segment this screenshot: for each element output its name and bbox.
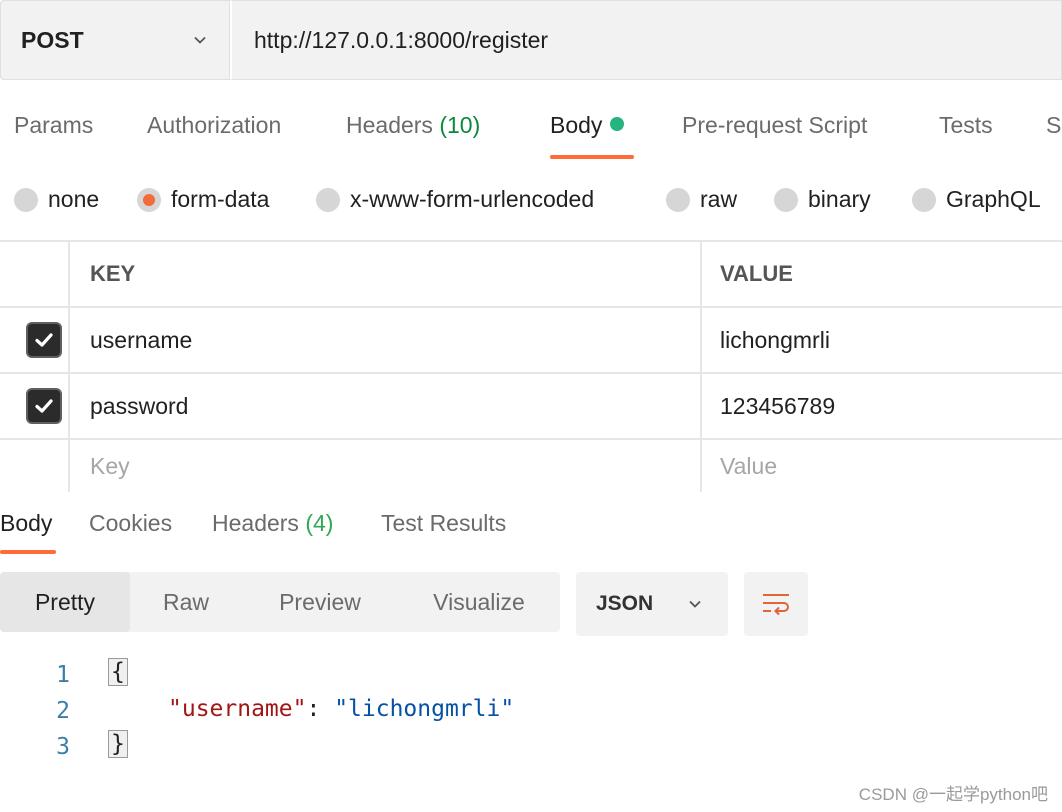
radio-binary-label: binary (808, 186, 871, 212)
response-tab-headers-count: (4) (305, 510, 334, 536)
url-input[interactable]: http://127.0.0.1:8000/register (230, 0, 1062, 80)
response-tab-headers-label: Headers (212, 510, 299, 536)
format-select[interactable]: JSON (576, 572, 728, 636)
tab-headers[interactable]: Headers (10) (346, 112, 480, 139)
response-tab-body[interactable]: Body (0, 510, 52, 537)
checkmark-icon (35, 399, 53, 413)
radio-urlencoded-label: x-www-form-urlencoded (350, 186, 595, 212)
method-select[interactable]: POST (0, 0, 230, 80)
row-check-cell (0, 374, 70, 438)
view-raw-button[interactable]: Raw (130, 572, 242, 632)
tab-tests[interactable]: Tests (939, 112, 993, 139)
radio-raw-label: raw (700, 186, 738, 212)
column-header-value: VALUE (720, 261, 793, 286)
line-number: 1 (56, 662, 70, 688)
format-label: JSON (596, 592, 654, 615)
radio-circle (666, 187, 690, 212)
code-line: } (108, 730, 128, 758)
radio-circle (774, 187, 798, 212)
response-tab-cookies[interactable]: Cookies (89, 510, 172, 537)
radio-circle (14, 187, 38, 212)
tab-body[interactable]: Body (550, 112, 625, 139)
key-field-placeholder[interactable]: Key (70, 440, 702, 492)
json-colon: : (306, 696, 335, 722)
key-field[interactable]: username (70, 308, 702, 372)
radio-none-label: none (48, 186, 100, 212)
wrap-lines-icon (763, 594, 789, 616)
radio-circle (912, 187, 936, 212)
body-status-dot (610, 117, 625, 131)
wrap-lines-button[interactable] (744, 572, 808, 636)
active-response-tab-indicator (0, 550, 56, 554)
radio-binary[interactable]: binary (774, 186, 871, 213)
code-line: { (108, 658, 128, 686)
checkmark-icon (35, 333, 53, 347)
form-data-table: KEY VALUE username lichongmrli password … (0, 240, 1062, 492)
column-header-key: KEY (70, 242, 702, 306)
tab-params[interactable]: Params (14, 112, 93, 139)
json-value: "lichongmrli" (334, 696, 515, 722)
tab-body-label: Body (550, 112, 603, 138)
header-check-cell (0, 242, 70, 306)
table-header-row: KEY VALUE (0, 242, 1062, 308)
tab-headers-label: Headers (346, 112, 433, 138)
radio-none[interactable]: none (14, 186, 99, 213)
response-tabs: Body Cookies Headers (4) Test Results (0, 492, 1062, 554)
radio-circle (316, 187, 340, 212)
json-close-brace: } (108, 730, 128, 758)
url-text: http://127.0.0.1:8000/register (254, 26, 549, 53)
method-label: POST (21, 26, 84, 53)
radio-circle-selected (137, 187, 161, 212)
table-row-empty: Key Value (0, 440, 1062, 492)
request-bar: POST http://127.0.0.1:8000/register (0, 0, 1062, 80)
radio-raw[interactable]: raw (666, 186, 737, 213)
view-visualize-button[interactable]: Visualize (398, 572, 560, 632)
view-preview-button[interactable]: Preview (242, 572, 398, 632)
tab-settings[interactable]: S (1046, 112, 1061, 139)
radio-form-data-label: form-data (171, 186, 270, 212)
table-row: username lichongmrli (0, 308, 1062, 374)
json-open-brace: { (108, 658, 128, 686)
tab-prerequest-script[interactable]: Pre-request Script (682, 112, 867, 139)
active-tab-indicator (550, 155, 634, 159)
row-enabled-checkbox[interactable] (26, 322, 62, 358)
tab-headers-count: (10) (439, 112, 481, 138)
value-field[interactable]: lichongmrli (702, 308, 1062, 372)
radio-urlencoded[interactable]: x-www-form-urlencoded (316, 186, 594, 213)
value-field-placeholder[interactable]: Value (702, 440, 1062, 492)
chevron-down-icon (194, 36, 206, 44)
chevron-down-icon (689, 600, 701, 608)
response-body-code: 1 2 3 { "username": "lichongmrli" } (0, 654, 1062, 774)
radio-graphql-label: GraphQL (946, 186, 1041, 212)
view-pretty-button[interactable]: Pretty (0, 572, 130, 632)
table-row: password 123456789 (0, 374, 1062, 440)
row-check-cell (0, 440, 70, 492)
request-tabs: Params Authorization Headers (10) Body P… (0, 100, 1062, 160)
code-line: "username": "lichongmrli" (168, 696, 514, 722)
key-field[interactable]: password (70, 374, 702, 438)
radio-form-data[interactable]: form-data (137, 186, 269, 213)
response-tab-headers[interactable]: Headers (4) (212, 510, 333, 537)
line-number: 2 (56, 698, 70, 724)
row-enabled-checkbox[interactable] (26, 388, 62, 424)
json-key: "username" (168, 696, 307, 722)
watermark: CSDN @一起学python吧 (858, 785, 1048, 804)
view-mode-toolbar: Pretty Raw Preview Visualize (0, 572, 560, 632)
response-tab-test-results[interactable]: Test Results (381, 510, 506, 537)
value-field[interactable]: 123456789 (702, 374, 1062, 438)
line-number: 3 (56, 734, 70, 760)
row-check-cell (0, 308, 70, 372)
tab-authorization[interactable]: Authorization (147, 112, 281, 139)
body-type-selector: none form-data x-www-form-urlencoded raw… (0, 182, 1062, 222)
radio-graphql[interactable]: GraphQL (912, 186, 1041, 213)
